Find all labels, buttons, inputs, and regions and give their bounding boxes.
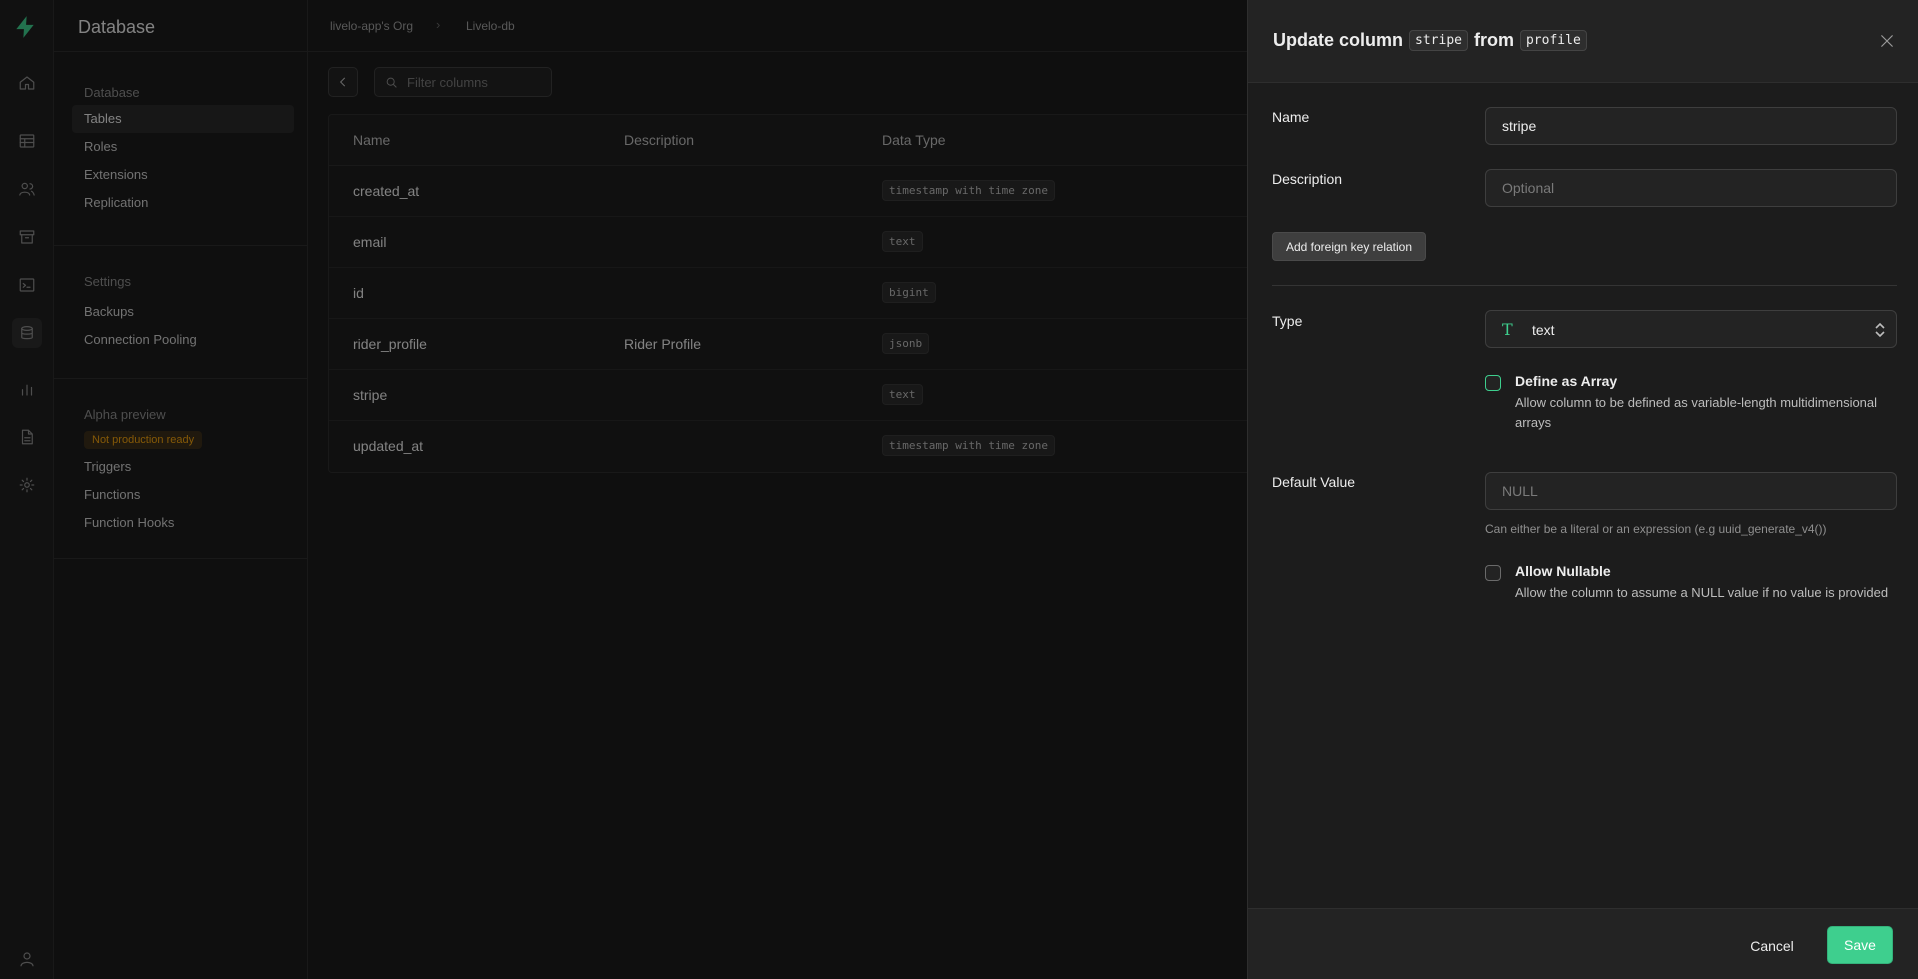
title-table-name: profile	[1519, 30, 1587, 51]
title-mid: from	[1473, 30, 1514, 50]
type-value: text	[1532, 322, 1555, 338]
panel-title: Update column stripe from profile	[1273, 30, 1587, 51]
default-value-input[interactable]	[1485, 472, 1897, 510]
chevron-updown-icon	[1875, 322, 1885, 338]
name-input[interactable]	[1485, 107, 1897, 145]
panel-footer: Cancel Save	[1248, 908, 1918, 979]
title-column-name: stripe	[1409, 30, 1468, 51]
title-prefix: Update column	[1273, 30, 1404, 50]
panel-divider	[1272, 285, 1897, 286]
app-root: Database Database Tables Roles Extension…	[0, 0, 1918, 979]
allow-nullable-description: Allow the column to assume a NULL value …	[1515, 585, 1889, 600]
panel-header: Update column stripe from profile	[1248, 0, 1918, 83]
allow-nullable-checkbox[interactable]	[1485, 565, 1501, 581]
add-foreign-key-button[interactable]: Add foreign key relation	[1272, 232, 1426, 261]
text-type-icon: T	[1502, 320, 1513, 339]
define-array-description: Allow column to be defined as variable-l…	[1515, 395, 1878, 430]
type-label: Type	[1272, 313, 1303, 329]
cancel-button[interactable]: Cancel	[1740, 928, 1804, 964]
name-label: Name	[1272, 109, 1310, 125]
description-label: Description	[1272, 171, 1343, 187]
allow-nullable-title: Allow Nullable	[1515, 563, 1611, 579]
default-value-hint: Can either be a literal or an expression…	[1485, 522, 1827, 536]
define-array-checkbox[interactable]	[1485, 375, 1501, 391]
close-icon	[1881, 35, 1893, 47]
close-button[interactable]	[1876, 30, 1898, 52]
define-array-title: Define as Array	[1515, 373, 1618, 389]
description-input[interactable]	[1485, 169, 1897, 207]
update-column-panel: Update column stripe from profile Name D…	[1247, 0, 1918, 979]
type-select[interactable]: T text	[1485, 310, 1897, 348]
default-value-label: Default Value	[1272, 474, 1356, 490]
save-button[interactable]: Save	[1827, 926, 1893, 964]
